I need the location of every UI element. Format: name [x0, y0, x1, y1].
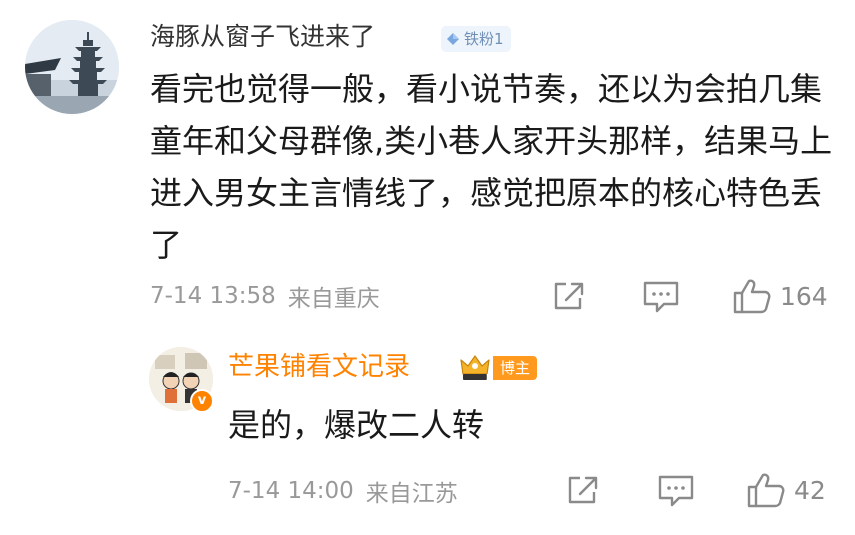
blogger-badge: 博主 [493, 356, 538, 380]
reply-date: 7-14 14:00 [228, 478, 354, 504]
like-count: 42 [794, 475, 826, 505]
thumbs-up-icon [733, 279, 771, 314]
pagoda-avatar-image [25, 20, 119, 114]
like-button[interactable]: 164 [732, 278, 828, 314]
verified-badge-icon: v [190, 389, 214, 413]
thumbs-up-icon [747, 473, 785, 508]
reply-location: 来自江苏 [365, 481, 458, 507]
share-icon [568, 476, 598, 504]
share-icon [554, 282, 584, 310]
comment-username[interactable]: 海豚从窗子飞进来了 [150, 20, 375, 54]
reply-button[interactable] [657, 474, 695, 508]
diamond-icon [447, 33, 459, 45]
avatar[interactable] [25, 20, 119, 114]
comment-icon [643, 281, 679, 313]
like-button[interactable]: 42 [746, 472, 826, 508]
fan-badge-label: 铁粉1 [464, 30, 504, 48]
comment-meta: 7-14 13:58 来自重庆 [150, 278, 380, 314]
like-count: 164 [780, 281, 828, 311]
fan-level-badge[interactable]: 铁粉1 [441, 26, 511, 52]
share-button[interactable] [566, 474, 600, 506]
crown-icon: I [460, 355, 490, 382]
share-button[interactable] [552, 280, 586, 312]
comment-date: 7-14 13:58 [150, 283, 276, 309]
reply-button[interactable] [642, 280, 680, 314]
comment-text: 看完也觉得一般，看小说节奏，还以为会拍几集童年和父母群像,类小巷人家开头那样，结… [150, 70, 833, 264]
reply-username[interactable]: 芒果铺看文记录 [228, 349, 410, 385]
comment-icon [658, 475, 694, 507]
reply-text: 是的，爆改二人转 [228, 406, 485, 444]
crown-level: I [486, 373, 488, 382]
reply-meta: 7-14 14:00 来自江苏 [228, 473, 458, 509]
comment-location: 来自重庆 [287, 286, 380, 312]
